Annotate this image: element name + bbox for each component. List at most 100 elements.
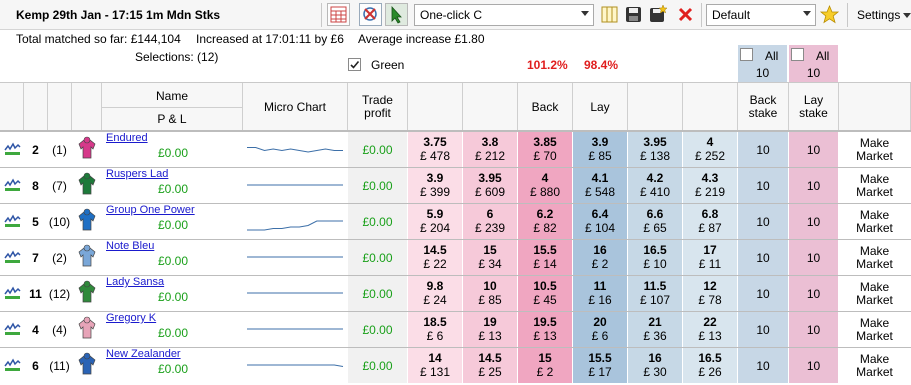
back-price-cell[interactable]: 19.5 £ 13: [518, 312, 573, 347]
back-stake-input[interactable]: 10: [738, 348, 789, 383]
lay-price-cell[interactable]: 16 £ 2: [573, 240, 628, 275]
back-stake-input[interactable]: 10: [738, 132, 789, 167]
save-button[interactable]: [622, 3, 645, 26]
mode-select[interactable]: One-click C: [414, 4, 594, 26]
back-price-cell[interactable]: 6 £ 239: [463, 204, 518, 239]
lay-stake-input[interactable]: 10: [789, 312, 839, 347]
lay-price-cell[interactable]: 16.5 £ 10: [628, 240, 683, 275]
back-price-cell[interactable]: 18.5 £ 6: [408, 312, 463, 347]
save-as-button[interactable]: [646, 3, 669, 26]
graph-icon[interactable]: [2, 356, 22, 374]
make-market-button[interactable]: Make Market: [839, 312, 911, 347]
runner-name-link[interactable]: Ruspers Lad: [106, 168, 242, 180]
back-price-cell[interactable]: 10.5 £ 45: [518, 276, 573, 311]
micro-chart-cell[interactable]: [243, 204, 348, 239]
graph-icon[interactable]: [2, 176, 22, 194]
make-market-button[interactable]: Make Market: [839, 276, 911, 311]
lay-price-cell[interactable]: 21 £ 36: [628, 312, 683, 347]
back-price-cell[interactable]: 3.75 £ 478: [408, 132, 463, 167]
header-micro-chart[interactable]: Micro Chart: [243, 83, 348, 130]
make-market-button[interactable]: Make Market: [839, 168, 911, 203]
make-market-button[interactable]: Make Market: [839, 240, 911, 275]
micro-chart-cell[interactable]: [243, 348, 348, 383]
lay-price-cell[interactable]: 11.5 £ 107: [628, 276, 683, 311]
lay-stake-input[interactable]: 10: [789, 168, 839, 203]
back-price-cell[interactable]: 3.85 £ 70: [518, 132, 573, 167]
header-trade-profit[interactable]: Trade profit: [348, 83, 408, 130]
back-stake-input[interactable]: 10: [738, 240, 789, 275]
runner-name-link[interactable]: Note Bleu: [106, 240, 242, 252]
lay-price-cell[interactable]: 6.6 £ 65: [628, 204, 683, 239]
columns-button[interactable]: [598, 3, 621, 26]
lay-stake-input[interactable]: 10: [789, 240, 839, 275]
back-price-cell[interactable]: 14.5 £ 22: [408, 240, 463, 275]
runner-name-link[interactable]: Lady Sansa: [106, 276, 242, 288]
make-market-button[interactable]: Make Market: [839, 132, 911, 167]
back-stake-input[interactable]: 10: [738, 168, 789, 203]
micro-chart-cell[interactable]: [243, 132, 348, 167]
all-lay-value[interactable]: 10: [789, 66, 838, 80]
back-stake-input[interactable]: 10: [738, 276, 789, 311]
back-stake-input[interactable]: 10: [738, 204, 789, 239]
cancel-bets-button[interactable]: [359, 3, 382, 26]
lay-price-cell[interactable]: 15.5 £ 17: [573, 348, 628, 383]
back-price-cell[interactable]: 9.8 £ 24: [408, 276, 463, 311]
back-stake-input[interactable]: 10: [738, 312, 789, 347]
back-price-cell[interactable]: 19 £ 13: [463, 312, 518, 347]
back-price-cell[interactable]: 3.8 £ 212: [463, 132, 518, 167]
micro-chart-cell[interactable]: [243, 276, 348, 311]
lay-price-cell[interactable]: 6.8 £ 87: [683, 204, 738, 239]
lay-price-cell[interactable]: 3.95 £ 138: [628, 132, 683, 167]
runner-name-link[interactable]: Group One Power: [106, 204, 242, 216]
back-price-cell[interactable]: 3.9 £ 399: [408, 168, 463, 203]
back-price-cell[interactable]: 4 £ 880: [518, 168, 573, 203]
lay-price-cell[interactable]: 3.9 £ 85: [573, 132, 628, 167]
graph-icon[interactable]: [2, 248, 22, 266]
lay-price-cell[interactable]: 16 £ 30: [628, 348, 683, 383]
lay-price-cell[interactable]: 4.2 £ 410: [628, 168, 683, 203]
micro-chart-cell[interactable]: [243, 240, 348, 275]
delete-button[interactable]: [674, 3, 697, 26]
lay-stake-input[interactable]: 10: [789, 132, 839, 167]
make-market-button[interactable]: Make Market: [839, 348, 911, 383]
back-price-cell[interactable]: 14.5 £ 25: [463, 348, 518, 383]
favourite-button[interactable]: [818, 3, 841, 26]
graph-icon[interactable]: [2, 140, 22, 158]
lay-stake-input[interactable]: 10: [789, 204, 839, 239]
profile-select[interactable]: Default: [706, 4, 816, 26]
back-price-cell[interactable]: 6.2 £ 82: [518, 204, 573, 239]
runner-name-link[interactable]: New Zealander: [106, 348, 242, 360]
back-price-cell[interactable]: 15.5 £ 14: [518, 240, 573, 275]
header-pl[interactable]: P & L: [102, 108, 243, 130]
lay-price-cell[interactable]: 6.4 £ 104: [573, 204, 628, 239]
lay-price-cell[interactable]: 11 £ 16: [573, 276, 628, 311]
lay-stake-input[interactable]: 10: [789, 276, 839, 311]
one-click-button[interactable]: [385, 3, 408, 26]
lay-price-cell[interactable]: 16.5 £ 26: [683, 348, 738, 383]
grid-view-button[interactable]: [327, 3, 350, 26]
header-back-stake[interactable]: Back stake: [738, 83, 789, 130]
back-price-cell[interactable]: 3.95 £ 609: [463, 168, 518, 203]
header-lay[interactable]: Lay: [573, 83, 628, 130]
back-price-cell[interactable]: 5.9 £ 204: [408, 204, 463, 239]
lay-price-cell[interactable]: 12 £ 78: [683, 276, 738, 311]
runner-name-link[interactable]: Endured: [106, 132, 242, 144]
lay-price-cell[interactable]: 4 £ 252: [683, 132, 738, 167]
micro-chart-cell[interactable]: [243, 312, 348, 347]
settings-menu[interactable]: Settings: [857, 8, 911, 22]
back-price-cell[interactable]: 15 £ 34: [463, 240, 518, 275]
back-price-cell[interactable]: 10 £ 85: [463, 276, 518, 311]
all-lay-checkbox[interactable]: [791, 48, 804, 61]
micro-chart-cell[interactable]: [243, 168, 348, 203]
green-checkbox[interactable]: [348, 58, 361, 71]
lay-stake-input[interactable]: 10: [789, 348, 839, 383]
graph-icon[interactable]: [2, 284, 22, 302]
make-market-button[interactable]: Make Market: [839, 204, 911, 239]
lay-price-cell[interactable]: 17 £ 11: [683, 240, 738, 275]
all-back-checkbox[interactable]: [740, 48, 753, 61]
lay-price-cell[interactable]: 4.3 £ 219: [683, 168, 738, 203]
graph-icon[interactable]: [2, 320, 22, 338]
lay-price-cell[interactable]: 22 £ 13: [683, 312, 738, 347]
header-back[interactable]: Back: [518, 83, 573, 130]
header-name[interactable]: Name: [102, 83, 243, 108]
